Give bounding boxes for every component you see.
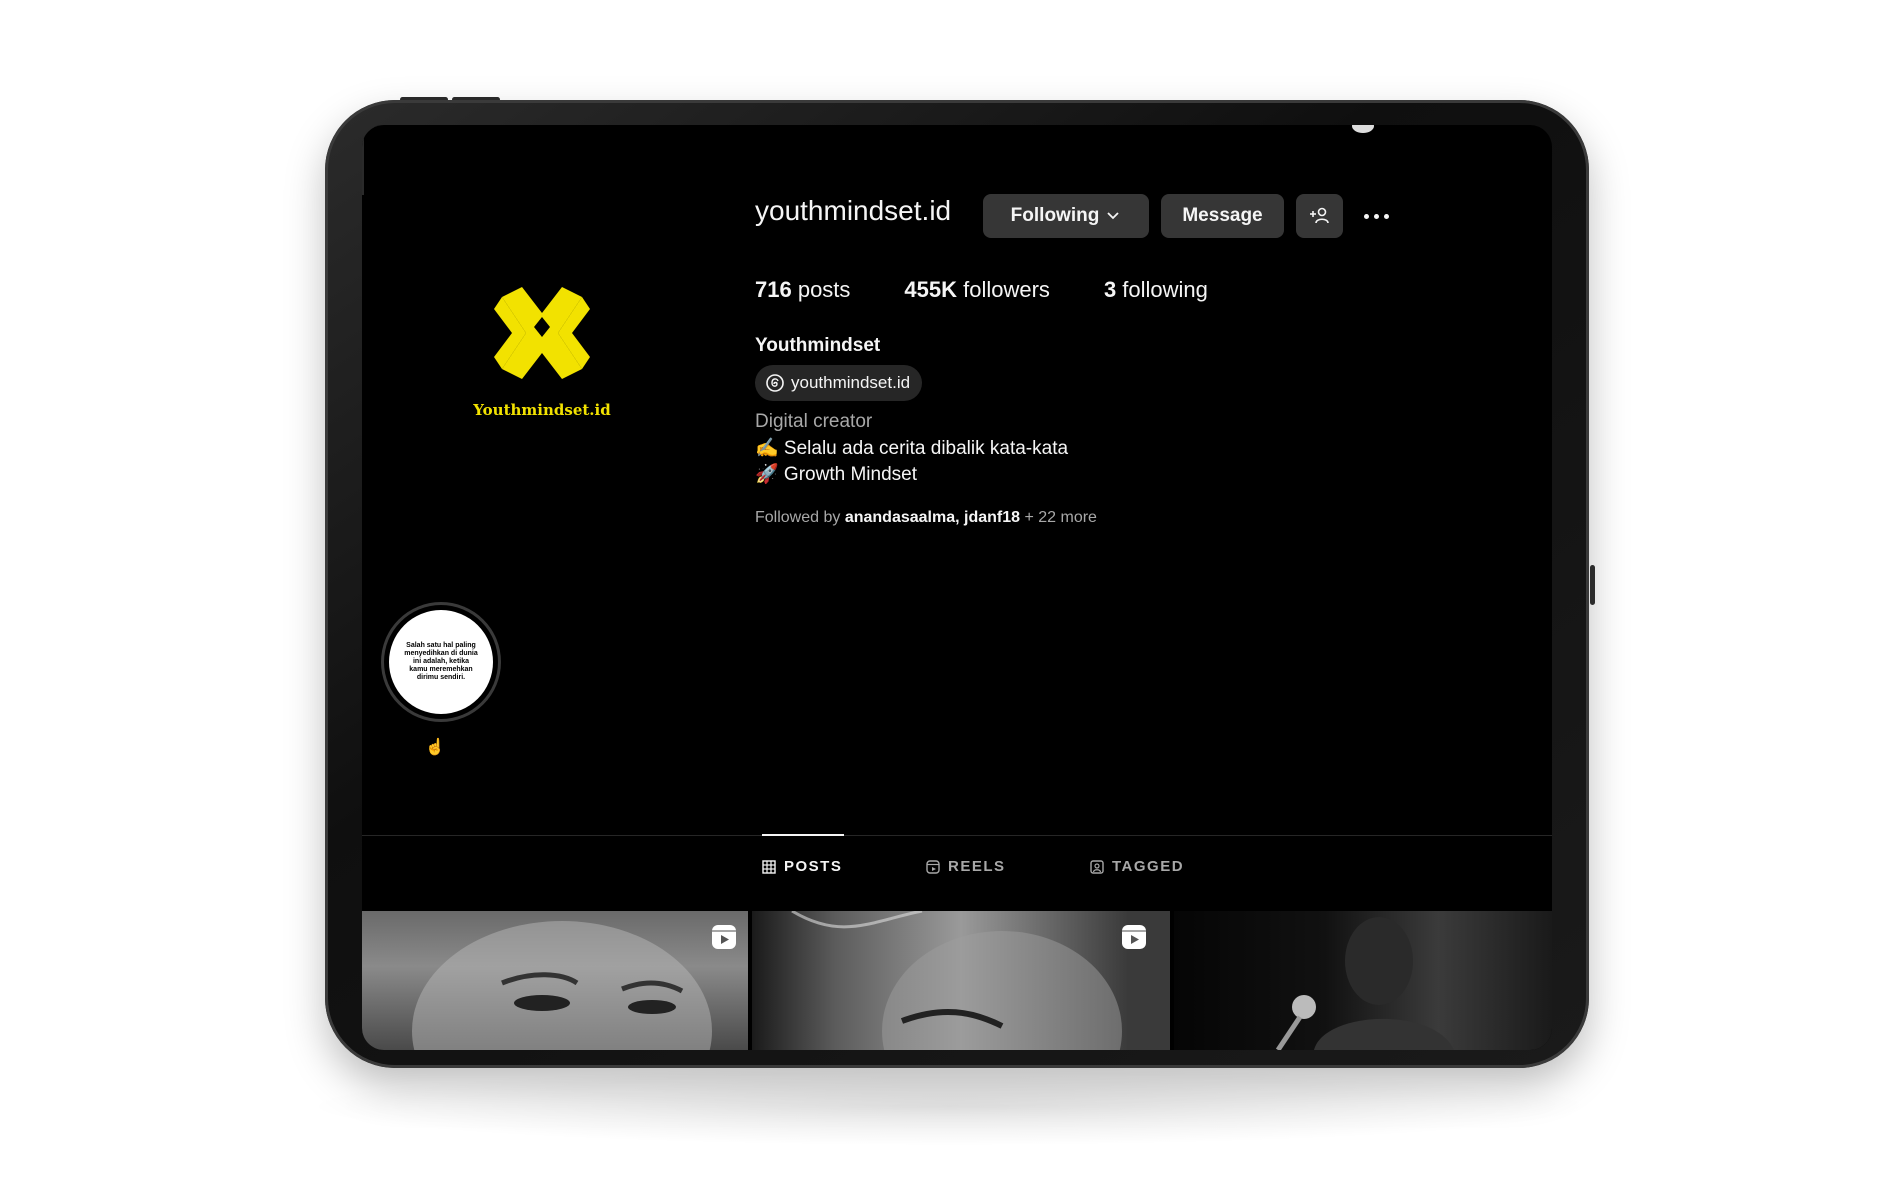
tagged-icon	[1090, 859, 1104, 874]
avatar-brand-text: Youthmindset.id	[473, 401, 611, 419]
threads-link[interactable]: youthmindset.id	[755, 365, 923, 401]
more-options-icon[interactable]	[1356, 202, 1396, 230]
posts-stat[interactable]: 716 posts	[755, 277, 850, 303]
reel-badge-icon	[712, 925, 736, 949]
bio-line: ✍️ Selalu ada cerita dibalik kata-kata	[755, 438, 1069, 459]
face-closeup-image	[412, 921, 712, 1050]
post-thumbnail[interactable]	[362, 911, 748, 1050]
threads-handle: youthmindset.id	[791, 373, 911, 392]
grid-icon	[762, 859, 776, 874]
threads-icon	[766, 374, 784, 392]
followers-stat[interactable]: 455K followers	[904, 277, 1050, 303]
post-thumbnail[interactable]	[1174, 911, 1552, 1050]
profile-display-name: Youthmindset	[755, 335, 881, 356]
chevron-down-icon	[1107, 212, 1119, 220]
tab-posts[interactable]: POSTS	[762, 858, 842, 875]
post-thumbnail[interactable]	[752, 911, 1170, 1050]
instagram-profile-screen: Youthmindset.id youthmindset.id Followin…	[362, 125, 1552, 1050]
following-button[interactable]: Following	[983, 194, 1149, 238]
device-side-button	[1590, 565, 1595, 605]
logo-x-icon	[494, 287, 590, 379]
profile-stats: 716 posts 455K followers 3 following	[755, 277, 1262, 303]
tab-reels[interactable]: REELS	[926, 858, 1006, 875]
man-portrait-image	[791, 911, 1122, 1050]
speaker-microphone-image	[1275, 917, 1454, 1050]
profile-category: Digital creator	[755, 411, 873, 432]
device-mockup: Youthmindset.id youthmindset.id Followin…	[0, 0, 1896, 1186]
highlight-cover-text: Salah satu hal paling menyedihkan di dun…	[389, 610, 493, 714]
profile-avatar[interactable]: Youthmindset.id	[442, 285, 642, 465]
tab-divider	[362, 835, 1552, 836]
following-stat[interactable]: 3 following	[1104, 277, 1208, 303]
camera-dot	[1352, 125, 1374, 133]
bio-line: 🚀 Growth Mindset	[755, 464, 917, 485]
active-tab-indicator	[762, 834, 844, 836]
tab-tagged[interactable]: TAGGED	[1090, 858, 1184, 875]
followed-user-link[interactable]: anandasaalma	[845, 509, 955, 526]
highlight-label: ☝️	[425, 739, 445, 756]
reels-icon	[926, 859, 940, 874]
followed-user-link[interactable]: jdanf18	[964, 509, 1020, 526]
reel-badge-icon	[1122, 925, 1146, 949]
device-shadow	[300, 1066, 1600, 1146]
followed-by[interactable]: Followed by anandasaalma, jdanf18 + 22 m…	[755, 509, 1097, 527]
story-highlight[interactable]: Salah satu hal paling menyedihkan di dun…	[384, 605, 498, 719]
following-label: Following	[1010, 205, 1100, 226]
add-person-icon	[1309, 207, 1329, 224]
suggested-users-button[interactable]	[1296, 194, 1343, 238]
screen-edge	[362, 135, 364, 195]
message-button[interactable]: Message	[1161, 194, 1284, 238]
profile-username: youthmindset.id	[755, 195, 952, 226]
